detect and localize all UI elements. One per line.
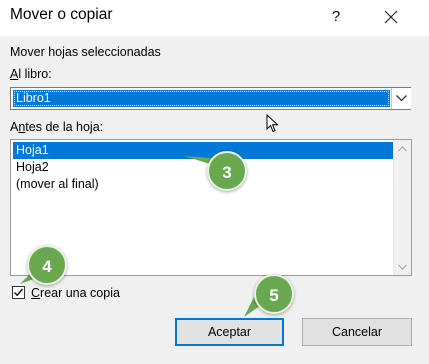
section-heading: Mover hojas seleccionadas: [10, 45, 161, 59]
scroll-down-button[interactable]: [394, 258, 411, 275]
book-selected-value: Libro1: [13, 90, 390, 107]
book-label-text: l libro:: [18, 67, 52, 81]
cancel-button[interactable]: Cancelar: [302, 318, 412, 346]
book-label: Al libro:: [10, 67, 52, 81]
copy-label-text: rear una copia: [40, 286, 120, 300]
annotation-badge-5: 5: [254, 274, 294, 314]
accept-button[interactable]: Aceptar: [175, 318, 284, 346]
before-sheet-label-text: tes de la hoja:: [25, 120, 104, 134]
list-item[interactable]: (mover al final): [13, 176, 395, 193]
listbox-scrollbar[interactable]: [393, 140, 411, 275]
mouse-cursor-icon: [266, 114, 279, 133]
title-bar: Mover o copiar ?: [0, 0, 429, 36]
book-combobox[interactable]: Libro1: [10, 87, 411, 110]
chevron-up-icon: [398, 145, 407, 151]
annotation-badge-3: 3: [207, 151, 247, 191]
combo-dropdown-button[interactable]: [391, 88, 411, 109]
before-sheet-label: Antes de la hoja:: [10, 120, 103, 134]
scroll-up-button[interactable]: [394, 140, 411, 157]
close-button[interactable]: [376, 2, 406, 32]
help-button[interactable]: ?: [321, 2, 351, 32]
chevron-down-icon: [398, 264, 407, 270]
annotation-badge-4: 4: [27, 245, 67, 285]
checkmark-icon: [13, 288, 24, 297]
chevron-down-icon: [396, 95, 407, 102]
copy-label-accesskey: C: [31, 286, 41, 300]
dialog-title: Mover o copiar: [10, 6, 113, 23]
copy-checkbox-label[interactable]: Crear una copia: [31, 286, 120, 300]
close-icon: [384, 10, 398, 24]
